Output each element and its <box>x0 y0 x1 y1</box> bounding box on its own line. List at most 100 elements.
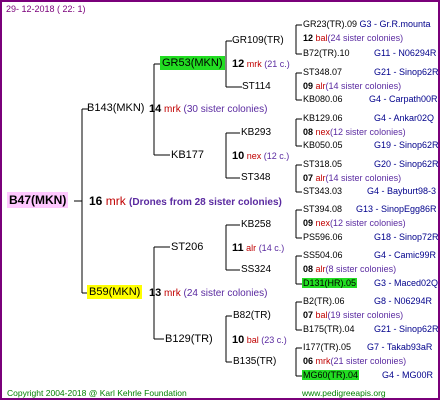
gen1-bottom-name: B59(MKN) <box>87 285 143 299</box>
root-num: 16 <box>89 194 103 208</box>
root-node[interactable]: B47(MKN) <box>7 192 69 208</box>
drone-row: 09 nex(12 sister colonies) <box>303 219 406 228</box>
leaf-row[interactable]: SS504.06 G4 - Camic99R <box>303 251 436 260</box>
drone-mark: alr <box>315 81 326 91</box>
leaf-name: B72(TR).10 <box>303 48 350 58</box>
leaf-info: G8 - N06294R <box>374 296 433 306</box>
gen3-node-a[interactable]: GR109(TR) <box>232 36 284 46</box>
gen2-node-3[interactable]: ST206 <box>171 242 203 253</box>
leaf-info: G20 - Sinop62R <box>374 159 439 169</box>
gen2-node-3-info: 11 alr (14 c.) <box>232 243 284 254</box>
leaf-row[interactable]: D131(HR).05 G3 - Maced02Q <box>302 278 438 288</box>
leaf-row[interactable]: B72(TR).10 G11 - N06294R <box>303 48 436 58</box>
gen2-node-2[interactable]: KB177 <box>171 150 204 161</box>
gen2-node-1-name: GR53(MKN) <box>160 56 225 70</box>
drone-row: 09 alr(14 sister colonies) <box>303 82 401 91</box>
drone-mark: bal <box>315 310 328 320</box>
gen2-node-3-num: 11 <box>232 242 244 254</box>
drone-row: 08 nex(12 sister colonies) <box>303 128 406 137</box>
gen2-node-1-note: (21 c.) <box>264 59 290 69</box>
site-link[interactable]: www.pedigreeapis.org <box>302 389 386 398</box>
gen2-node-4-num: 10 <box>232 334 245 346</box>
gen2-node-4-note: (23 c.) <box>261 335 287 345</box>
gen3-node-b[interactable]: ST114 <box>242 82 271 92</box>
leaf-info: G4 - Carpath00R <box>369 94 438 104</box>
gen1-top-note: (30 sister colonies) <box>183 104 268 115</box>
leaf-row[interactable]: ST343.03 G4 - Bayburt98-3 <box>303 186 436 196</box>
copyright-text: Copyright 2004-2018 @ Karl Kehrle Founda… <box>7 388 187 398</box>
gen2-node-3-mark: alr <box>246 243 257 253</box>
leaf-info: G3 - Gr.R.mounta <box>359 19 431 29</box>
leaf-name: GR23(TR).09 <box>303 19 358 29</box>
generation-date: 29- 12-2018 ( 22: 1) <box>6 4 86 14</box>
root-note: (Drones from 28 sister colonies) <box>129 197 282 208</box>
gen3-node-e[interactable]: KB258 <box>241 220 271 230</box>
gen1-top-node[interactable]: B143(MKN) <box>87 103 144 114</box>
gen2-node-1[interactable]: GR53(MKN) <box>160 56 225 70</box>
gen3-node-c[interactable]: KB293 <box>241 128 271 138</box>
leaf-row[interactable]: ST348.07 G21 - Sinop62R <box>303 67 438 77</box>
leaf-info: G13 - SinopEgg86R <box>356 204 437 214</box>
gen2-node-2-info: 10 nex (12 c.) <box>232 151 289 162</box>
gen2-node-1-mark: mrk <box>246 59 262 69</box>
gen2-node-4-mark: bal <box>246 335 259 345</box>
leaf-name: ST318.05 <box>303 159 343 169</box>
gen1-bottom-node[interactable]: B59(MKN) <box>87 285 143 299</box>
gen1-bottom-mark: mrk <box>164 288 181 299</box>
drone-note: (12 sister colonies) <box>330 127 406 137</box>
leaf-name: KB080.06 <box>303 94 343 104</box>
pedigree-panel: 29- 12-2018 ( 22: 1) B47(MKN) 16 mrk (Dr… <box>0 0 440 400</box>
gen2-node-2-note: (12 c.) <box>263 151 290 161</box>
leaf-row[interactable]: I177(TR).05 G7 - Takab93aR <box>303 343 432 352</box>
gen1-bottom-info: 13 mrk (24 sister colonies) <box>149 288 267 299</box>
drone-num: 07 <box>303 310 314 320</box>
leaf-row[interactable]: KB050.05 G19 - Sinop62R <box>303 141 438 150</box>
drone-num: 09 <box>303 218 314 228</box>
gen2-node-4[interactable]: B129(TR) <box>165 334 213 345</box>
leaf-name: D131(HR).05 <box>302 278 358 288</box>
drone-num: 08 <box>303 127 314 137</box>
drone-note: (21 sister colonies) <box>330 356 407 366</box>
leaf-info: G7 - Takab93aR <box>367 342 433 352</box>
leaf-row[interactable]: B175(TR).04 G21 - Sinop62R <box>303 325 438 334</box>
leaf-row[interactable]: KB080.06 G4 - Carpath00R <box>303 94 438 104</box>
gen2-node-1-info: 12 mrk (21 c.) <box>232 59 290 70</box>
gen2-node-3-note: (14 c.) <box>258 243 285 253</box>
leaf-name: PS596.06 <box>303 232 343 242</box>
drone-mark: nex <box>315 218 331 228</box>
leaf-row[interactable]: KB129.06 G4 - Ankar02Q <box>303 113 434 123</box>
drone-note: (14 sister colonies) <box>325 173 402 183</box>
leaf-row[interactable]: ST318.05 G20 - Sinop62R <box>303 159 438 169</box>
leaf-row[interactable]: PS596.06 G18 - Sinop72R <box>303 232 438 242</box>
gen3-node-h[interactable]: B135(TR) <box>233 357 276 367</box>
leaf-info: G4 - Bayburt98-3 <box>367 186 437 196</box>
drone-mark: nex <box>315 127 331 137</box>
root-drone-info: 16 mrk (Drones from 28 sister colonies) <box>89 195 282 208</box>
leaf-info: G11 - N06294R <box>374 48 437 58</box>
gen2-node-1-num: 12 <box>232 58 245 70</box>
drone-num: 06 <box>303 356 314 366</box>
gen3-node-d[interactable]: ST348 <box>241 173 270 183</box>
gen1-bottom-num: 13 <box>149 287 162 299</box>
drone-row: 12 bal(24 sister colonies) <box>303 34 403 43</box>
leaf-name: ST343.03 <box>303 186 343 196</box>
leaf-info: G18 - Sinop72R <box>374 232 439 242</box>
drone-num: 09 <box>303 81 314 91</box>
drone-mark: bal <box>315 33 328 43</box>
leaf-info: G19 - Sinop62R <box>374 140 439 150</box>
drone-note: (12 sister colonies) <box>330 218 406 228</box>
leaf-name: ST394.08 <box>303 204 343 214</box>
gen3-node-f[interactable]: SS324 <box>241 265 271 275</box>
drone-num: 12 <box>303 33 314 43</box>
leaf-name: ST348.07 <box>303 67 343 77</box>
leaf-info: G4 - Ankar02Q <box>374 113 435 123</box>
drone-mark: alr <box>315 264 326 274</box>
leaf-row[interactable]: MG60(TR).04 G4 - MG00R <box>302 370 433 380</box>
gen1-top-num: 14 <box>149 103 162 115</box>
leaf-row[interactable]: ST394.08 G13 - SinopEgg86R <box>303 204 437 214</box>
leaf-row[interactable]: GR23(TR).09 G3 - Gr.R.mounta <box>303 20 431 29</box>
leaf-name: B2(TR).06 <box>303 296 345 306</box>
leaf-name: KB129.06 <box>303 113 343 123</box>
gen3-node-g[interactable]: B82(TR) <box>233 311 271 321</box>
leaf-row[interactable]: B2(TR).06 G8 - N06294R <box>303 296 432 306</box>
